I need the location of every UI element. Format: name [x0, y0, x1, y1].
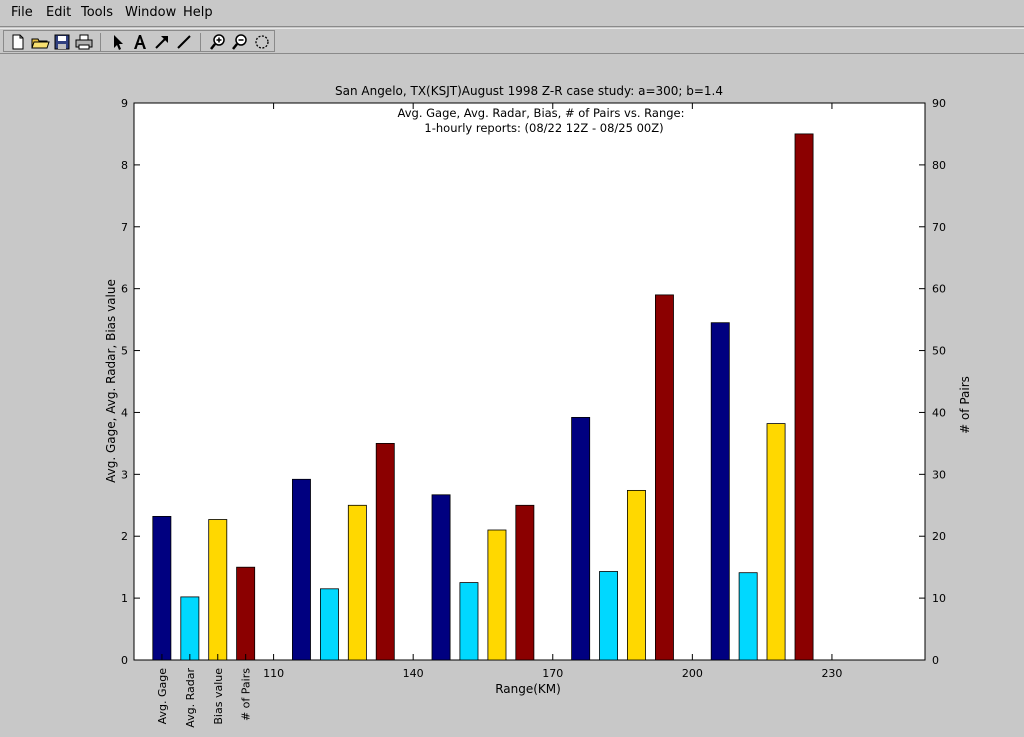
y-left-tick-label: 8: [121, 159, 128, 172]
y-right-tick-label: 50: [932, 345, 946, 358]
bar-bias-value-4: [627, 489, 646, 661]
menu-bar: File Edit Tools Window Help: [0, 0, 1024, 27]
y-axis-left-label: Avg. Gage, Avg. Radar, Bias value: [104, 279, 118, 483]
text-tool-icon[interactable]: [130, 33, 150, 51]
menu-edit[interactable]: Edit: [46, 5, 71, 20]
y-left-tick-label: 7: [121, 221, 128, 234]
menu-file[interactable]: File: [11, 5, 33, 20]
x-series-label: Avg. Radar: [184, 668, 197, 728]
bar-bias-value-5: [766, 423, 786, 661]
y-left-tick-label: 9: [121, 97, 128, 110]
y-left-tick-label: 0: [121, 654, 128, 667]
y-right-tick-label: 70: [932, 221, 946, 234]
menu-help[interactable]: Help: [183, 5, 213, 20]
y-right-tick-label: 40: [932, 406, 946, 419]
bar-avg-radar-4: [599, 571, 619, 661]
y-right-tick-label: 90: [932, 97, 946, 110]
bar-avg-gage-2: [291, 478, 311, 661]
bar-of-pairs-5: [794, 133, 814, 661]
arrow-tool-icon[interactable]: [152, 33, 172, 51]
y-left-tick-label: 3: [121, 468, 128, 481]
y-right-tick-label: 30: [932, 468, 946, 481]
toolbar: [0, 28, 1024, 54]
tool-group: [3, 30, 275, 52]
open-folder-icon[interactable]: [30, 33, 50, 51]
print-icon[interactable]: [74, 33, 94, 51]
x-tick-label: 140: [403, 667, 424, 680]
y-left-tick-label: 6: [121, 283, 128, 296]
x-series-label: # of Pairs: [240, 668, 253, 721]
rotate-icon[interactable]: [252, 33, 272, 51]
bar-avg-gage-3: [431, 494, 451, 661]
x-tick-label: 170: [542, 667, 563, 680]
figure-area: San Angelo, TX(KSJT)August 1998 Z-R case…: [0, 55, 1024, 737]
new-file-icon[interactable]: [8, 33, 28, 51]
y-right-tick-label: 80: [932, 159, 946, 172]
toolbar-separator: [200, 33, 201, 51]
x-axis-label: Range(KM): [495, 682, 561, 696]
bar-bias-value-1: [208, 519, 228, 661]
chart-title: San Angelo, TX(KSJT)August 1998 Z-R case…: [335, 84, 723, 98]
bar-avg-radar-3: [459, 582, 479, 661]
chart-subtitle-line-2: 1-hourly reports: (08/22 12Z - 08/25 00Z…: [424, 121, 663, 135]
x-tick-label: 200: [682, 667, 703, 680]
bar-of-pairs-4: [655, 294, 674, 661]
zoom-out-icon[interactable]: [230, 33, 250, 51]
y-right-tick-label: 10: [932, 592, 946, 605]
line-tool-icon[interactable]: [174, 33, 194, 51]
chart: San Angelo, TX(KSJT)August 1998 Z-R case…: [104, 84, 972, 728]
x-series-label: Avg. Gage: [156, 668, 169, 725]
bar-of-pairs-1: [236, 566, 256, 661]
y-axis-right-label: # of Pairs: [958, 376, 972, 434]
select-arrow-icon[interactable]: [108, 33, 128, 51]
bar-avg-radar-1: [180, 596, 200, 661]
y-left-tick-label: 4: [121, 406, 128, 419]
toolbar-separator: [100, 33, 101, 51]
x-series-label: Bias value: [212, 668, 225, 725]
x-tick-label: 230: [821, 667, 842, 680]
bar-of-pairs-3: [515, 504, 535, 661]
y-right-tick-label: 0: [932, 654, 939, 667]
bar-of-pairs-2: [375, 442, 395, 661]
chart-subtitle-line-1: Avg. Gage, Avg. Radar, Bias, # of Pairs …: [398, 106, 685, 120]
zoom-in-icon[interactable]: [208, 33, 228, 51]
bar-avg-gage-4: [571, 416, 591, 661]
save-icon[interactable]: [52, 33, 72, 51]
y-left-tick-label: 5: [121, 345, 128, 358]
y-left-tick-label: 1: [121, 592, 128, 605]
y-right-tick-label: 60: [932, 283, 946, 296]
bar-avg-radar-2: [319, 588, 339, 661]
menu-window[interactable]: Window: [125, 5, 176, 20]
bar-bias-value-2: [347, 504, 367, 661]
y-left-tick-label: 2: [121, 530, 128, 543]
bar-avg-gage-5: [710, 322, 730, 661]
bar-avg-gage-1: [152, 515, 172, 661]
y-right-tick-label: 20: [932, 530, 946, 543]
x-tick-label: 110: [263, 667, 284, 680]
bar-bias-value-3: [487, 529, 507, 661]
bar-avg-radar-5: [738, 572, 758, 661]
menu-tools[interactable]: Tools: [81, 5, 113, 20]
